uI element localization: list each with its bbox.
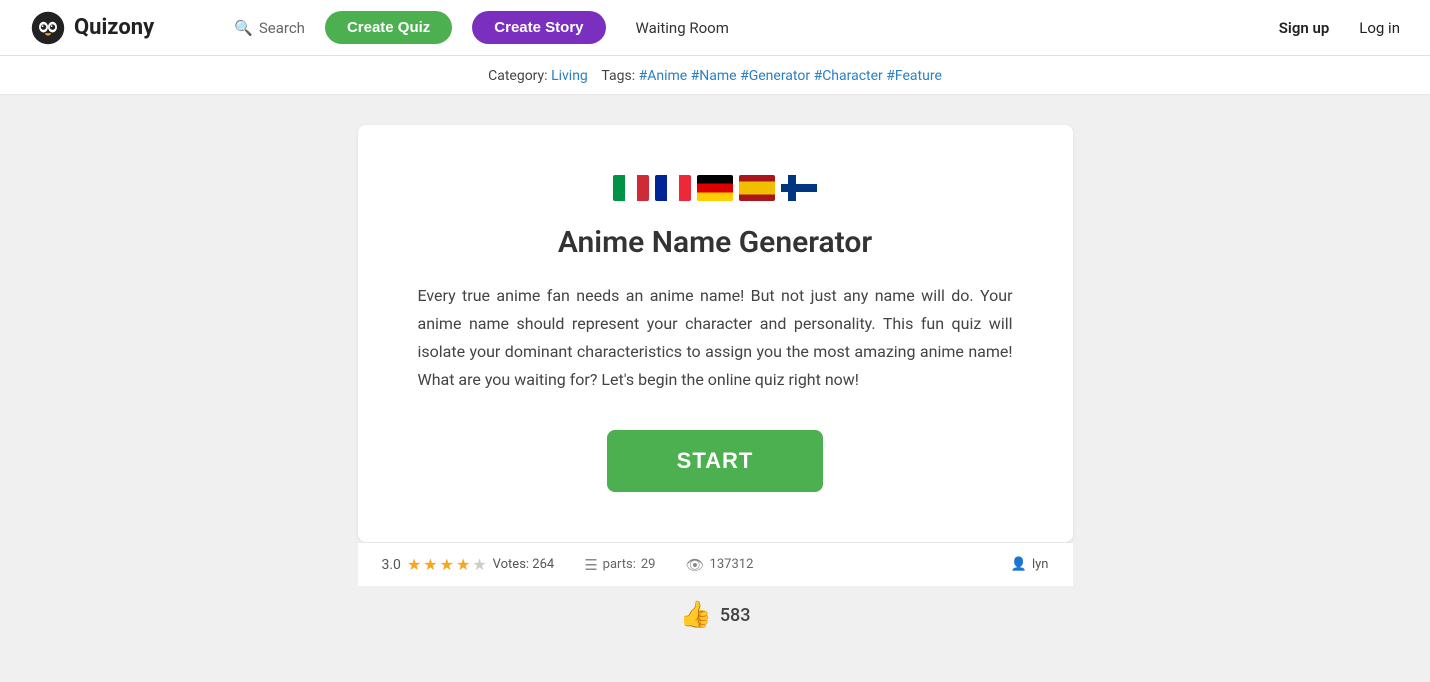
quiz-title: Anime Name Generator bbox=[418, 225, 1013, 260]
likes-bar: 👍 583 bbox=[358, 586, 1073, 640]
italy-flag bbox=[613, 175, 649, 201]
views-icon: 👁 bbox=[686, 556, 705, 574]
author-area: 👤 lyn bbox=[1011, 557, 1049, 572]
header: Quizony 🔍 Search Create Quiz Create Stor… bbox=[0, 0, 1430, 56]
parts-icon: ☰ bbox=[584, 556, 597, 574]
tag-anime[interactable]: #Anime bbox=[639, 68, 688, 84]
create-quiz-button[interactable]: Create Quiz bbox=[325, 11, 452, 44]
germany-flag bbox=[697, 175, 733, 201]
star-4: ★ bbox=[456, 555, 470, 574]
quiz-card: Anime Name Generator Every true anime fa… bbox=[358, 125, 1073, 542]
parts-label: parts: bbox=[603, 557, 636, 572]
search-icon: 🔍 bbox=[234, 19, 253, 37]
likes-count: 583 bbox=[720, 605, 751, 626]
finland-flag bbox=[781, 175, 817, 201]
star-5: ★ bbox=[472, 555, 486, 574]
rating-area: 3.0 ★ ★ ★ ★ ★ Votes: 264 bbox=[382, 555, 555, 574]
category-label: Category: bbox=[488, 68, 547, 84]
tags-label: Tags: bbox=[601, 68, 635, 84]
author-name: lyn bbox=[1032, 557, 1049, 572]
log-in-link[interactable]: Log in bbox=[1359, 19, 1400, 37]
star-3: ★ bbox=[440, 555, 454, 574]
logo[interactable]: Quizony bbox=[30, 10, 154, 46]
france-flag bbox=[655, 175, 691, 201]
sub-header: Category: Living Tags: #Anime #Name #Gen… bbox=[0, 56, 1430, 95]
quiz-description: Every true anime fan needs an anime name… bbox=[418, 282, 1013, 394]
tag-feature[interactable]: #Feature bbox=[886, 68, 942, 84]
star-1: ★ bbox=[407, 555, 421, 574]
views-stat: 👁 137312 bbox=[686, 556, 754, 574]
parts-stat: ☰ parts: 29 bbox=[584, 556, 655, 574]
votes-text: Votes: 264 bbox=[493, 557, 555, 572]
author-icon: 👤 bbox=[1011, 557, 1027, 572]
flags-row bbox=[418, 175, 1013, 201]
rating-value: 3.0 bbox=[382, 557, 401, 573]
start-button[interactable]: START bbox=[607, 430, 824, 492]
tag-name[interactable]: #Name bbox=[691, 68, 737, 84]
stars: ★ ★ ★ ★ ★ bbox=[407, 555, 487, 574]
waiting-room-link[interactable]: Waiting Room bbox=[636, 19, 729, 37]
views-count: 137312 bbox=[710, 557, 754, 572]
star-2: ★ bbox=[423, 555, 437, 574]
category-link[interactable]: Living bbox=[551, 68, 588, 84]
search-label: Search bbox=[259, 19, 305, 37]
search-area[interactable]: 🔍 Search bbox=[234, 19, 305, 37]
tag-character[interactable]: #Character bbox=[814, 68, 883, 84]
create-story-button[interactable]: Create Story bbox=[472, 11, 605, 44]
sign-up-link[interactable]: Sign up bbox=[1279, 19, 1330, 37]
thumbs-up-icon[interactable]: 👍 bbox=[679, 600, 711, 630]
stats-bar: 3.0 ★ ★ ★ ★ ★ Votes: 264 ☰ parts: 29 👁 1… bbox=[358, 542, 1073, 586]
main-content: Anime Name Generator Every true anime fa… bbox=[0, 95, 1430, 660]
tag-generator[interactable]: #Generator bbox=[740, 68, 810, 84]
parts-count: 29 bbox=[641, 557, 656, 572]
logo-icon bbox=[30, 10, 66, 46]
logo-text: Quizony bbox=[74, 15, 154, 40]
spain-flag bbox=[739, 175, 775, 201]
